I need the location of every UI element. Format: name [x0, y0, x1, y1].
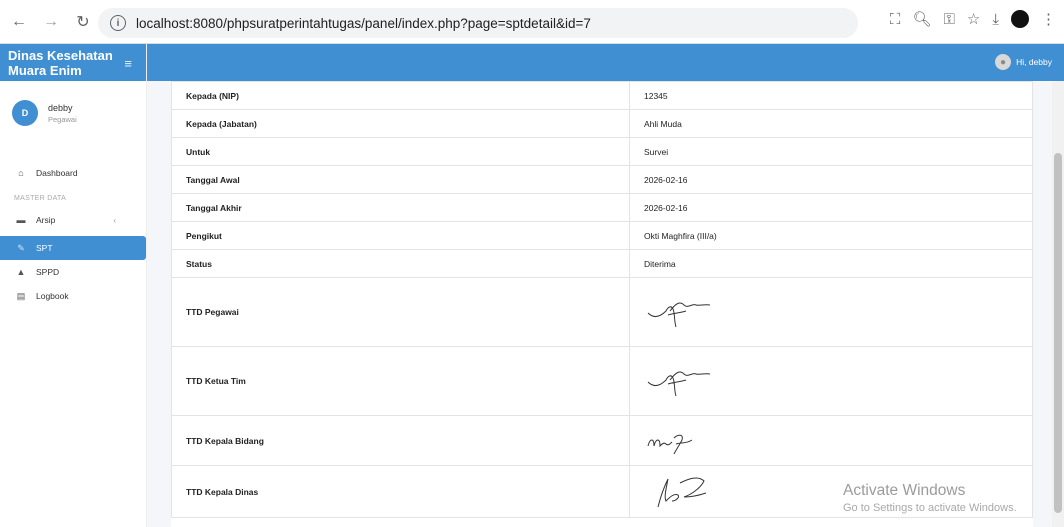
sidebar: Dinas Kesehatan Muara Enim ≡ D debby Peg… — [0, 44, 147, 527]
row-value: 2026-02-16 — [629, 165, 1033, 194]
chevron-icon: ‹ — [113, 215, 116, 225]
archive-icon: ▬ — [16, 215, 26, 225]
document-icon: ✎ — [17, 242, 25, 253]
table-row: Tanggal Akhir 2026-02-16 — [171, 193, 1033, 222]
translate-icon[interactable]: ⛶ — [890, 11, 901, 28]
greeting-text: Hi, debby — [1016, 57, 1052, 67]
row-value: Okti Maghfira (III/a) — [629, 221, 1033, 250]
forward-arrow-icon[interactable]: → — [38, 9, 64, 35]
row-label: Kepada (NIP) — [171, 81, 630, 110]
scrollbar-thumb[interactable] — [1054, 153, 1062, 513]
signature-kepala-bidang — [629, 415, 1033, 466]
home-icon: ⌂ — [18, 168, 24, 178]
row-label: Pengikut — [171, 221, 630, 250]
sidebar-item-label: SPT — [36, 243, 53, 253]
signature-ketua-tim — [629, 346, 1033, 416]
sidebar-item-logbook[interactable]: ▤ Logbook — [0, 284, 146, 308]
sidebar-item-arsip[interactable]: ▬ Arsip ‹ — [0, 208, 146, 232]
signature-image — [647, 434, 693, 454]
sidebar-item-dashboard[interactable]: ⌂ Dashboard — [0, 161, 146, 185]
bookmark-star-icon[interactable]: ☆ — [967, 10, 980, 28]
spt-detail-table: Kepada (NIP) 12345 Kepada (Jabatan) Ahli… — [171, 81, 1033, 518]
table-row: TTD Kepala Bidang — [171, 415, 1033, 466]
user-panel: D debby Pegawai — [0, 81, 146, 137]
user-menu[interactable]: ● Hi, debby — [995, 54, 1052, 70]
password-key-icon[interactable]: ⚿ — [943, 11, 954, 28]
menu-section-master-data: MASTER DATA — [14, 195, 67, 202]
top-navbar: ● Hi, debby — [147, 44, 1064, 81]
sidebar-item-spt[interactable]: ✎ SPT — [0, 236, 146, 260]
signature-pegawai — [629, 277, 1033, 347]
url-text: localhost:8080/phpsuratperintahtugas/pan… — [136, 15, 591, 31]
sidebar-item-label: Dashboard — [36, 168, 78, 178]
download-icon[interactable]: ⤓ — [992, 11, 999, 28]
signature-image — [647, 371, 711, 397]
row-label: Tanggal Akhir — [171, 193, 630, 222]
row-label: TTD Pegawai — [171, 277, 630, 347]
zoom-icon[interactable]: 🔍︎ — [912, 10, 931, 28]
table-row: Kepada (Jabatan) Ahli Muda — [171, 109, 1033, 138]
brand-title: Dinas Kesehatan Muara Enim — [8, 47, 113, 78]
watermark-subtitle: Go to Settings to activate Windows. — [843, 502, 1017, 514]
signature-image — [657, 476, 707, 507]
row-value: 2026-02-16 — [629, 193, 1033, 222]
browser-actions: ⛶ 🔍︎ ⚿ ☆ ⤓ ⋮ — [890, 10, 1056, 28]
table-row: Kepada (NIP) 12345 — [171, 81, 1033, 110]
row-value: 12345 — [629, 81, 1033, 110]
watermark-title: Activate Windows — [843, 482, 966, 499]
table-row: Status Diterima — [171, 249, 1033, 278]
row-value: Survei — [629, 137, 1033, 166]
page-scrollbar[interactable] — [1052, 81, 1064, 527]
browser-toolbar: ← → ↻ i localhost:8080/phpsuratperintaht… — [0, 0, 1064, 44]
sidebar-item-label: SPPD — [36, 267, 60, 277]
row-value: Diterima — [629, 249, 1033, 278]
main-content: Kepada (NIP) 12345 Kepada (Jabatan) Ahli… — [147, 81, 1052, 527]
site-info-icon[interactable]: i — [110, 15, 126, 31]
sidebar-item-label: Arsip — [36, 215, 56, 225]
profile-avatar[interactable] — [1011, 10, 1029, 28]
user-avatar: D — [12, 100, 38, 126]
sidebar-toggle-icon[interactable]: ≡ — [124, 56, 132, 71]
address-bar[interactable]: i localhost:8080/phpsuratperintahtugas/p… — [98, 8, 858, 38]
detail-card: Kepada (NIP) 12345 Kepada (Jabatan) Ahli… — [171, 81, 1033, 527]
row-label: Kepada (Jabatan) — [171, 109, 630, 138]
signature-image — [647, 302, 711, 328]
table-row: TTD Ketua Tim — [171, 346, 1033, 416]
row-label: Untuk — [171, 137, 630, 166]
row-label: TTD Kepala Bidang — [171, 415, 630, 466]
user-avatar-icon: ● — [995, 54, 1012, 70]
user-role: Pegawai — [48, 114, 77, 124]
table-row: Untuk Survei — [171, 137, 1033, 166]
reload-icon[interactable]: ↻ — [70, 9, 96, 35]
row-label: Status — [171, 249, 630, 278]
row-label: Tanggal Awal — [171, 165, 630, 194]
user-name: debby — [48, 102, 73, 113]
activate-windows-watermark: Activate Windows Go to Settings to activ… — [843, 482, 1017, 514]
book-icon: ▤ — [16, 290, 26, 301]
sidebar-menu: ⌂ Dashboard MASTER DATA ▬ Arsip ‹ ✎ SPT … — [0, 161, 146, 308]
sidebar-item-sppd[interactable]: ▲ SPPD — [0, 260, 146, 284]
sidebar-item-label: Logbook — [36, 291, 69, 301]
back-arrow-icon[interactable]: ← — [6, 9, 32, 35]
table-row: TTD Pegawai — [171, 277, 1033, 347]
row-value: Ahli Muda — [629, 109, 1033, 138]
table-row: Tanggal Awal 2026-02-16 — [171, 165, 1033, 194]
table-row: Pengikut Okti Maghfira (III/a) — [171, 221, 1033, 250]
brand-header: Dinas Kesehatan Muara Enim ≡ — [0, 44, 146, 81]
row-label: TTD Kepala Dinas — [171, 465, 630, 518]
row-label: TTD Ketua Tim — [171, 346, 630, 416]
plane-icon: ▲ — [16, 267, 26, 277]
browser-menu-icon[interactable]: ⋮ — [1041, 10, 1056, 28]
